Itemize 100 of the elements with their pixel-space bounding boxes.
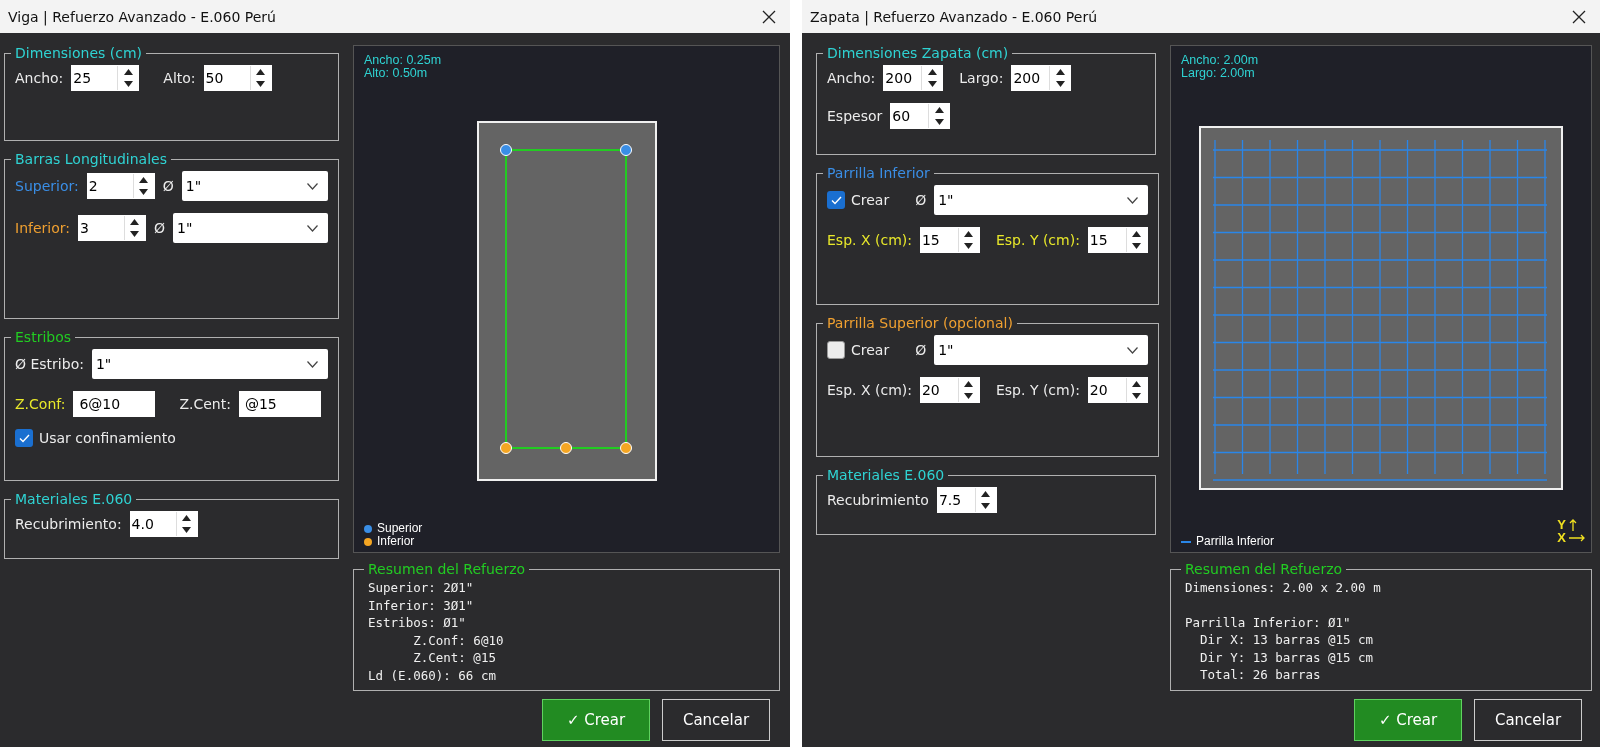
dropdown[interactable]: 1" — [91, 349, 328, 379]
number-spinner[interactable]: 20 — [919, 377, 980, 403]
number-spinner[interactable]: 3 — [78, 215, 146, 241]
down-arrow-icon[interactable] — [1132, 243, 1142, 249]
checkbox-label[interactable]: Usar confinamiento — [39, 430, 176, 446]
number-spinner[interactable]: 20 — [1087, 377, 1148, 403]
close-icon[interactable] — [1572, 9, 1586, 24]
number-spinner[interactable]: 60 — [890, 103, 951, 129]
down-arrow-icon[interactable] — [139, 189, 149, 195]
down-arrow-icon[interactable] — [1132, 393, 1142, 399]
up-arrow-icon[interactable] — [1132, 231, 1142, 237]
field-label: Esp. Y (cm): — [995, 232, 1080, 248]
up-arrow-icon[interactable] — [139, 177, 149, 183]
down-arrow-icon[interactable] — [256, 81, 266, 87]
dropdown[interactable]: 1" — [934, 335, 1148, 365]
checkbox[interactable] — [15, 429, 33, 447]
summary-line: Z.Cent: @15 — [412, 649, 497, 667]
field-label: Recubrimiento: — [15, 516, 122, 532]
checkbox-label[interactable]: Crear — [851, 342, 890, 358]
group-title: Materiales E.060 — [826, 467, 946, 483]
number-spinner[interactable]: 2 — [86, 173, 155, 199]
field-label: Inferior: — [15, 220, 70, 236]
text-field[interactable]: @15 — [238, 391, 321, 417]
summary-line: Superior: 2Ø1" — [368, 579, 475, 597]
dimension-label: Ancho: 0.25m — [364, 54, 443, 67]
legend-label: Inferior — [377, 535, 415, 548]
summary-line: Estribos: Ø1" — [368, 614, 467, 632]
down-arrow-icon[interactable] — [1055, 81, 1065, 87]
dimension-label: Largo: 2.00m — [1181, 67, 1256, 80]
number-spinner[interactable]: 200 — [883, 65, 944, 91]
create-button[interactable]: ✓ Crear — [1354, 699, 1462, 741]
down-arrow-icon[interactable] — [182, 527, 192, 533]
text-field[interactable]: 6@10 — [73, 391, 156, 417]
down-arrow-icon[interactable] — [981, 503, 991, 509]
checkbox[interactable] — [827, 191, 845, 209]
close-icon[interactable] — [762, 9, 776, 24]
checkbox-label[interactable]: Crear — [851, 192, 890, 208]
field-label: Z.Conf: — [15, 396, 66, 412]
number-spinner[interactable]: 50 — [203, 65, 272, 91]
dropdown[interactable]: 1" — [181, 171, 328, 201]
summary-line: Inferior: 3Ø1" — [368, 596, 475, 614]
number-spinner[interactable]: 15 — [1087, 227, 1148, 253]
down-arrow-icon[interactable] — [934, 119, 944, 125]
field-label: Largo: — [959, 70, 1004, 86]
group-title: Parrilla Inferior — [826, 165, 931, 181]
up-arrow-icon[interactable] — [1055, 69, 1065, 75]
down-arrow-icon[interactable] — [123, 81, 133, 87]
summary-line: Parrilla Inferior: Ø1" — [1185, 613, 1352, 631]
up-arrow-icon[interactable] — [182, 515, 192, 521]
up-arrow-icon[interactable] — [130, 219, 140, 225]
chevron-down-icon — [307, 224, 318, 232]
up-arrow-icon[interactable] — [964, 381, 974, 387]
dropdown[interactable]: 1" — [934, 185, 1148, 215]
up-arrow-icon[interactable] — [256, 69, 266, 75]
up-arrow-icon[interactable] — [964, 231, 974, 237]
group-title: Resumen del Refuerzo — [1184, 562, 1344, 577]
summary-line: Dir Y: 13 barras @15 cm — [1199, 648, 1375, 666]
down-arrow-icon[interactable] — [130, 231, 140, 237]
group-title: Resumen del Refuerzo — [367, 562, 527, 577]
up-arrow-icon[interactable] — [981, 491, 991, 497]
field-label: Recubrimiento — [827, 492, 929, 508]
group-title: Dimensiones Zapata (cm) — [826, 45, 1010, 61]
number-spinner[interactable]: 15 — [919, 227, 980, 253]
number-spinner[interactable]: 200 — [1011, 65, 1072, 91]
axis-label: X — [1557, 531, 1566, 544]
field-label: Ancho: — [827, 70, 876, 86]
field-label: Esp. Y (cm): — [995, 382, 1080, 398]
number-spinner[interactable]: 25 — [71, 65, 140, 91]
dropdown[interactable]: 1" — [173, 213, 328, 243]
down-arrow-icon[interactable] — [964, 243, 974, 249]
dimension-label: Alto: 0.50m — [364, 67, 429, 80]
field-label: Esp. X (cm): — [827, 232, 912, 248]
cancel-button[interactable]: Cancelar — [662, 699, 770, 741]
field-label: Ø — [915, 342, 927, 358]
up-arrow-icon[interactable] — [934, 107, 944, 113]
summary-line: Total: 26 barras — [1199, 666, 1322, 684]
group-title: Parrilla Superior (opcional) — [826, 315, 1014, 331]
up-arrow-icon[interactable] — [1132, 381, 1142, 387]
field-label: Esp. X (cm): — [827, 382, 912, 398]
window-title: Zapata | Refuerzo Avanzado - E.060 Perú — [810, 8, 1098, 25]
field-label: Z.Cent: — [179, 396, 231, 412]
right-arrow-icon — [1569, 533, 1585, 542]
down-arrow-icon[interactable] — [964, 393, 974, 399]
field-label: Ø — [154, 220, 165, 236]
chevron-down-icon — [307, 182, 318, 190]
up-arrow-icon[interactable] — [123, 69, 133, 75]
down-arrow-icon[interactable] — [927, 81, 937, 87]
number-spinner[interactable]: 7.5 — [936, 487, 997, 513]
legend-label: Parrilla Inferior — [1196, 535, 1275, 548]
cancel-button[interactable]: Cancelar — [1474, 699, 1582, 741]
number-spinner[interactable]: 4.0 — [129, 511, 198, 537]
checkbox[interactable] — [827, 341, 845, 359]
field-label: Superior: — [15, 178, 79, 194]
summary-line: Dimensiones: 2.00 x 2.00 m — [1185, 579, 1382, 597]
checkmark-icon — [830, 195, 842, 205]
chevron-down-icon — [1126, 346, 1138, 354]
create-button[interactable]: ✓ Crear — [542, 699, 650, 741]
up-arrow-icon[interactable] — [927, 69, 937, 75]
checkmark-icon — [18, 433, 30, 443]
summary-line: Dir X: 13 barras @15 cm — [1199, 631, 1375, 649]
